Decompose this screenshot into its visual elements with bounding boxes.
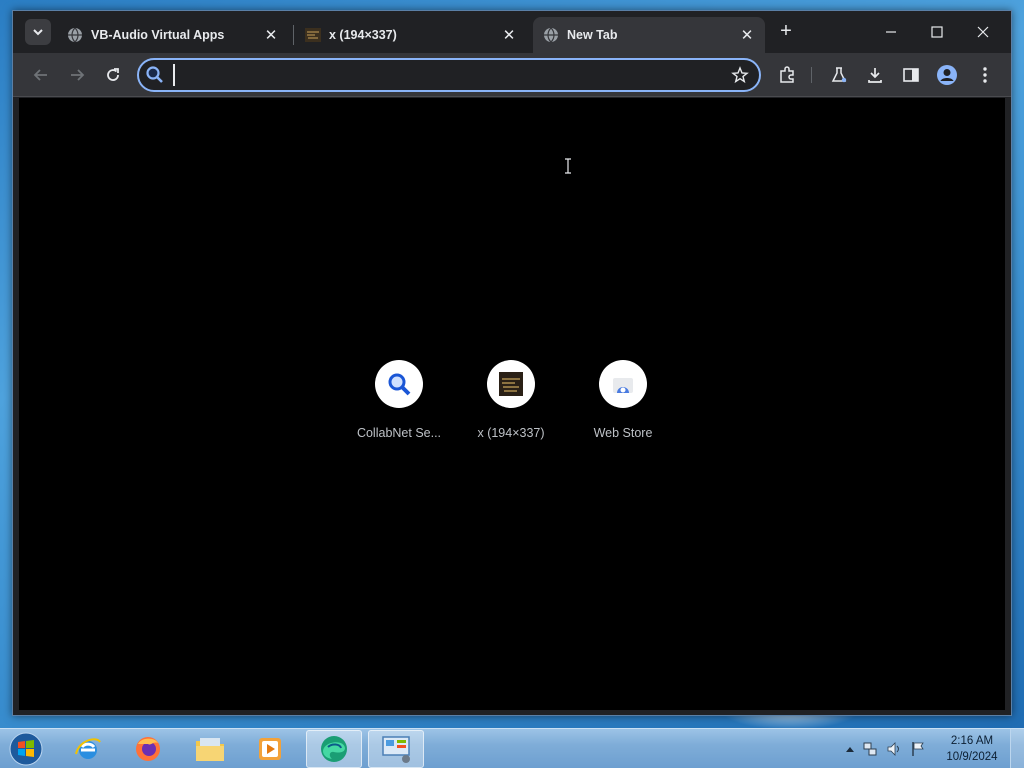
tab-search-button[interactable] [25, 19, 51, 45]
minimize-icon [886, 31, 896, 33]
globe-icon [67, 27, 83, 43]
media-player-icon [259, 738, 281, 760]
edge-icon [321, 736, 347, 762]
taskbar-edge[interactable] [306, 730, 362, 768]
forward-button[interactable] [65, 63, 89, 87]
close-window-button[interactable] [961, 17, 1005, 47]
download-icon [868, 68, 882, 83]
arrow-left-icon [33, 69, 47, 81]
back-button[interactable] [29, 63, 53, 87]
tab-title: x (194×337) [329, 28, 397, 42]
clock[interactable]: 2:16 AM 10/9/2024 [942, 733, 1002, 765]
image-thumb-icon [305, 27, 321, 43]
minimize-button[interactable] [869, 17, 913, 47]
shortcut-icon-circle [599, 360, 647, 408]
file-explorer-icon [196, 738, 224, 761]
side-panel-icon [903, 68, 919, 82]
bookmark-star-icon[interactable] [731, 66, 749, 84]
taskbar-control-panel[interactable] [368, 730, 424, 768]
globe-icon [543, 27, 559, 43]
address-bar[interactable] [137, 58, 761, 92]
menu-button[interactable] [973, 63, 997, 87]
clock-date: 10/9/2024 [946, 751, 998, 763]
taskbar-firefox[interactable] [120, 730, 176, 768]
web-store-icon [613, 378, 633, 393]
taskbar-internet-explorer[interactable] [60, 730, 116, 768]
windows-start-icon [9, 732, 43, 766]
close-icon[interactable]: ✕ [263, 27, 279, 44]
close-icon[interactable]: ✕ [501, 27, 517, 44]
taskbar: 2:16 AM 10/9/2024 [0, 728, 1024, 768]
new-tab-page: CollabNet Se... x (194×337) Web Store [19, 98, 1005, 710]
taskbar-media-player[interactable] [242, 730, 298, 768]
image-thumb-icon [499, 372, 523, 396]
avatar-icon [937, 65, 957, 85]
tab-vb-audio[interactable]: VB-Audio Virtual Apps ✕ [57, 17, 289, 53]
shortcut-web-store[interactable]: Web Store [567, 360, 679, 450]
show-hidden-icons-arrow-icon[interactable] [842, 745, 858, 753]
reload-icon [107, 68, 119, 81]
chevron-down-icon [33, 29, 43, 36]
toolbar [13, 53, 1011, 97]
browser-window: VB-Audio Virtual Apps ✕ x (194×337) ✕ Ne… [12, 10, 1012, 716]
profile-button[interactable] [935, 63, 959, 87]
search-icon [145, 65, 165, 85]
search-magnifier-icon [388, 373, 411, 396]
tab-title: New Tab [567, 28, 618, 42]
shortcut-label: x (194×337) [477, 426, 545, 440]
flask-icon [831, 67, 847, 83]
action-center-flag-icon[interactable] [906, 741, 930, 757]
tab-strip: VB-Audio Virtual Apps ✕ x (194×337) ✕ Ne… [13, 11, 1011, 53]
start-button[interactable] [6, 731, 46, 767]
puzzle-icon [780, 66, 794, 83]
side-panel-button[interactable] [899, 63, 923, 87]
text-cursor-icon [564, 158, 572, 174]
maximize-icon [931, 26, 943, 38]
downloads-button[interactable] [863, 63, 887, 87]
firefox-icon [136, 737, 160, 761]
show-desktop-button[interactable] [1010, 729, 1024, 768]
tab-title: VB-Audio Virtual Apps [91, 28, 225, 42]
arrow-right-icon [71, 69, 85, 81]
network-icon[interactable] [858, 741, 882, 757]
system-tray [842, 729, 930, 768]
maximize-button[interactable] [915, 17, 959, 47]
labs-button[interactable] [827, 63, 851, 87]
shortcut-label: CollabNet Se... [356, 426, 442, 440]
tab-new-tab[interactable]: New Tab ✕ [533, 17, 765, 53]
control-panel-icon [382, 736, 410, 763]
shortcut-image[interactable]: x (194×337) [455, 360, 567, 450]
volume-icon[interactable] [882, 741, 906, 757]
shortcut-collabnet[interactable]: CollabNet Se... [343, 360, 455, 450]
clock-time: 2:16 AM [950, 735, 994, 747]
tab-separator [293, 25, 294, 45]
taskbar-file-explorer[interactable] [182, 730, 238, 768]
toolbar-divider [811, 67, 812, 83]
kebab-menu-icon [983, 67, 987, 83]
shortcut-label: Web Store [593, 426, 653, 440]
extensions-button[interactable] [775, 63, 799, 87]
shortcut-icon-circle [375, 360, 423, 408]
reload-button[interactable] [101, 63, 125, 87]
internet-explorer-icon [75, 738, 101, 759]
close-icon [977, 26, 989, 38]
new-tab-button[interactable]: + [775, 21, 797, 43]
address-input[interactable] [173, 64, 713, 86]
tab-image[interactable]: x (194×337) ✕ [295, 17, 527, 53]
close-icon[interactable]: ✕ [739, 27, 755, 44]
shortcut-icon-circle [487, 360, 535, 408]
